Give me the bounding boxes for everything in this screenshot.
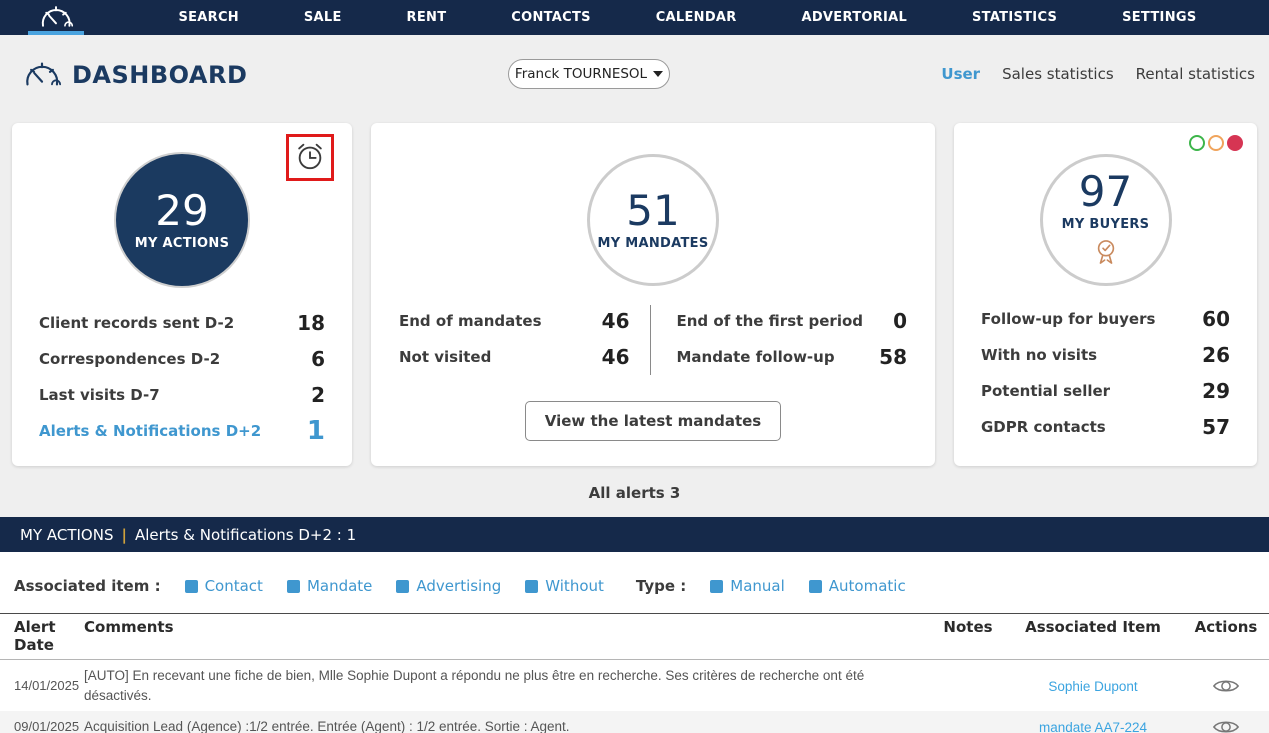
user-selector-dropdown[interactable]: Franck TOURNESOL <box>508 59 670 89</box>
top-nav: SEARCH SALE RENT CONTACTS CALENDAR ADVER… <box>0 0 1269 35</box>
col-notes: Notes <box>933 618 1003 654</box>
view-alert-button[interactable] <box>1212 677 1240 695</box>
chevron-down-icon <box>653 71 663 77</box>
view-alert-button[interactable] <box>1212 718 1240 733</box>
filter-option-without[interactable]: Without <box>525 577 604 595</box>
checkbox-checked-icon <box>809 580 822 593</box>
column-divider <box>650 305 651 375</box>
stat-follow-up-buyers[interactable]: Follow-up for buyers 60 <box>954 301 1257 337</box>
stat-potential-seller[interactable]: Potential seller 29 <box>954 373 1257 409</box>
my-actions-section-bar: MY ACTIONS | Alerts & Notifications D+2 … <box>0 517 1269 552</box>
filter-option-automatic[interactable]: Automatic <box>809 577 906 595</box>
stat-alerts-notifications[interactable]: Alerts & Notifications D+2 1 <box>12 413 352 449</box>
associated-item-label: Associated item : <box>14 577 161 595</box>
tab-sales-statistics[interactable]: Sales statistics <box>1002 65 1114 83</box>
alert-filters: Associated item : Contact Mandate Advert… <box>0 552 1269 613</box>
summary-cards: 29 MY ACTIONS Client records sent D-2 18… <box>0 115 1269 466</box>
table-row: 14/01/2025 [AUTO] En recevant une fiche … <box>0 660 1269 711</box>
nav-item-statistics[interactable]: STATISTICS <box>972 10 1057 25</box>
card-my-buyers: 97 MY BUYERS Follow-up for buyers 60 W <box>954 123 1257 466</box>
alert-date: 09/01/2025 <box>0 719 84 733</box>
my-actions-title: MY ACTIONS <box>135 236 229 251</box>
page-header: DASHBOARD Franck TOURNESOL User Sales st… <box>0 35 1269 115</box>
my-buyers-count: 97 <box>1079 170 1132 214</box>
checkbox-checked-icon <box>710 580 723 593</box>
table-header-row: Alert Date Comments Notes Associated Ite… <box>0 613 1269 660</box>
nav-item-sale[interactable]: SALE <box>304 10 342 25</box>
stat-not-visited[interactable]: Not visited 46 <box>399 339 630 375</box>
my-actions-circle[interactable]: 29 MY ACTIONS <box>116 154 248 286</box>
nav-item-settings[interactable]: SETTINGS <box>1122 10 1196 25</box>
section-bar-separator: | <box>121 526 126 544</box>
green-status-dot[interactable] <box>1189 135 1205 151</box>
stat-end-first-period[interactable]: End of the first period 0 <box>677 303 908 339</box>
card-my-mandates: 51 MY MANDATES End of mandates 46 Not vi… <box>371 123 935 466</box>
stat-gdpr-contacts[interactable]: GDPR contacts 57 <box>954 409 1257 445</box>
checkbox-checked-icon <box>287 580 300 593</box>
view-latest-mandates-button[interactable]: View the latest mandates <box>525 401 781 441</box>
all-alerts-link[interactable]: All alerts 3 <box>0 466 1269 517</box>
associated-item-link[interactable]: Sophie Dupont <box>1048 679 1137 694</box>
col-comments: Comments <box>84 618 933 654</box>
page-title-group: DASHBOARD <box>22 59 247 92</box>
tab-user[interactable]: User <box>941 65 980 83</box>
app-logo[interactable] <box>26 0 86 35</box>
award-ribbon-icon <box>1094 238 1118 270</box>
alert-comment: Acquisition Lead (Agence) :1/2 entrée. E… <box>84 717 933 733</box>
stat-client-records[interactable]: Client records sent D-2 18 <box>12 305 352 341</box>
my-buyers-circle[interactable]: 97 MY BUYERS <box>1040 154 1172 286</box>
tab-rental-statistics[interactable]: Rental statistics <box>1136 65 1255 83</box>
my-buyers-title: MY BUYERS <box>1062 217 1150 232</box>
nav-item-contacts[interactable]: CONTACTS <box>511 10 591 25</box>
dashboard-tabs: User Sales statistics Rental statistics <box>941 65 1255 83</box>
filter-option-manual[interactable]: Manual <box>710 577 785 595</box>
alert-date: 14/01/2025 <box>0 678 84 693</box>
filter-option-advertising[interactable]: Advertising <box>396 577 501 595</box>
filter-option-mandate[interactable]: Mandate <box>287 577 372 595</box>
status-dots <box>1189 135 1243 151</box>
filter-option-contact[interactable]: Contact <box>185 577 263 595</box>
stat-with-no-visits[interactable]: With no visits 26 <box>954 337 1257 373</box>
col-actions: Actions <box>1183 618 1269 654</box>
alarm-clock-icon <box>294 140 326 176</box>
nav-item-calendar[interactable]: CALENDAR <box>656 10 737 25</box>
nav-item-advertorial[interactable]: ADVERTORIAL <box>801 10 907 25</box>
nav-item-rent[interactable]: RENT <box>407 10 447 25</box>
user-selector-value: Franck TOURNESOL <box>515 66 647 82</box>
page-title: DASHBOARD <box>72 61 247 89</box>
checkbox-checked-icon <box>396 580 409 593</box>
stat-last-visits[interactable]: Last visits D-7 2 <box>12 377 352 413</box>
red-status-dot[interactable] <box>1227 135 1243 151</box>
my-mandates-count: 51 <box>626 189 679 233</box>
my-actions-count: 29 <box>155 189 208 233</box>
table-row: 09/01/2025 Acquisition Lead (Agence) :1/… <box>0 711 1269 733</box>
my-mandates-title: MY MANDATES <box>597 236 708 251</box>
section-bar-title: MY ACTIONS <box>20 526 113 544</box>
alert-comment: [AUTO] En recevant une fiche de bien, Ml… <box>84 666 933 705</box>
eye-icon <box>1212 724 1240 733</box>
checkbox-checked-icon <box>525 580 538 593</box>
nav-item-search[interactable]: SEARCH <box>178 10 239 25</box>
associated-item-link[interactable]: mandate AA7-224 <box>1039 720 1147 733</box>
eye-icon <box>1212 683 1240 698</box>
type-label: Type : <box>636 577 686 595</box>
col-associated-item: Associated Item <box>1003 618 1183 654</box>
orange-status-dot[interactable] <box>1208 135 1224 151</box>
section-bar-subtitle: Alerts & Notifications D+2 : 1 <box>135 526 356 544</box>
alerts-table: Alert Date Comments Notes Associated Ite… <box>0 613 1269 733</box>
speedometer-icon <box>38 3 74 33</box>
card-my-actions: 29 MY ACTIONS Client records sent D-2 18… <box>12 123 352 466</box>
my-mandates-circle[interactable]: 51 MY MANDATES <box>587 154 719 286</box>
speedometer-icon <box>22 59 62 92</box>
col-alert-date: Alert Date <box>0 618 84 654</box>
stat-end-of-mandates[interactable]: End of mandates 46 <box>399 303 630 339</box>
checkbox-checked-icon <box>185 580 198 593</box>
stat-mandate-follow-up[interactable]: Mandate follow-up 58 <box>677 339 908 375</box>
stat-correspondences[interactable]: Correspondences D-2 6 <box>12 341 352 377</box>
red-highlight-box[interactable] <box>286 134 334 181</box>
